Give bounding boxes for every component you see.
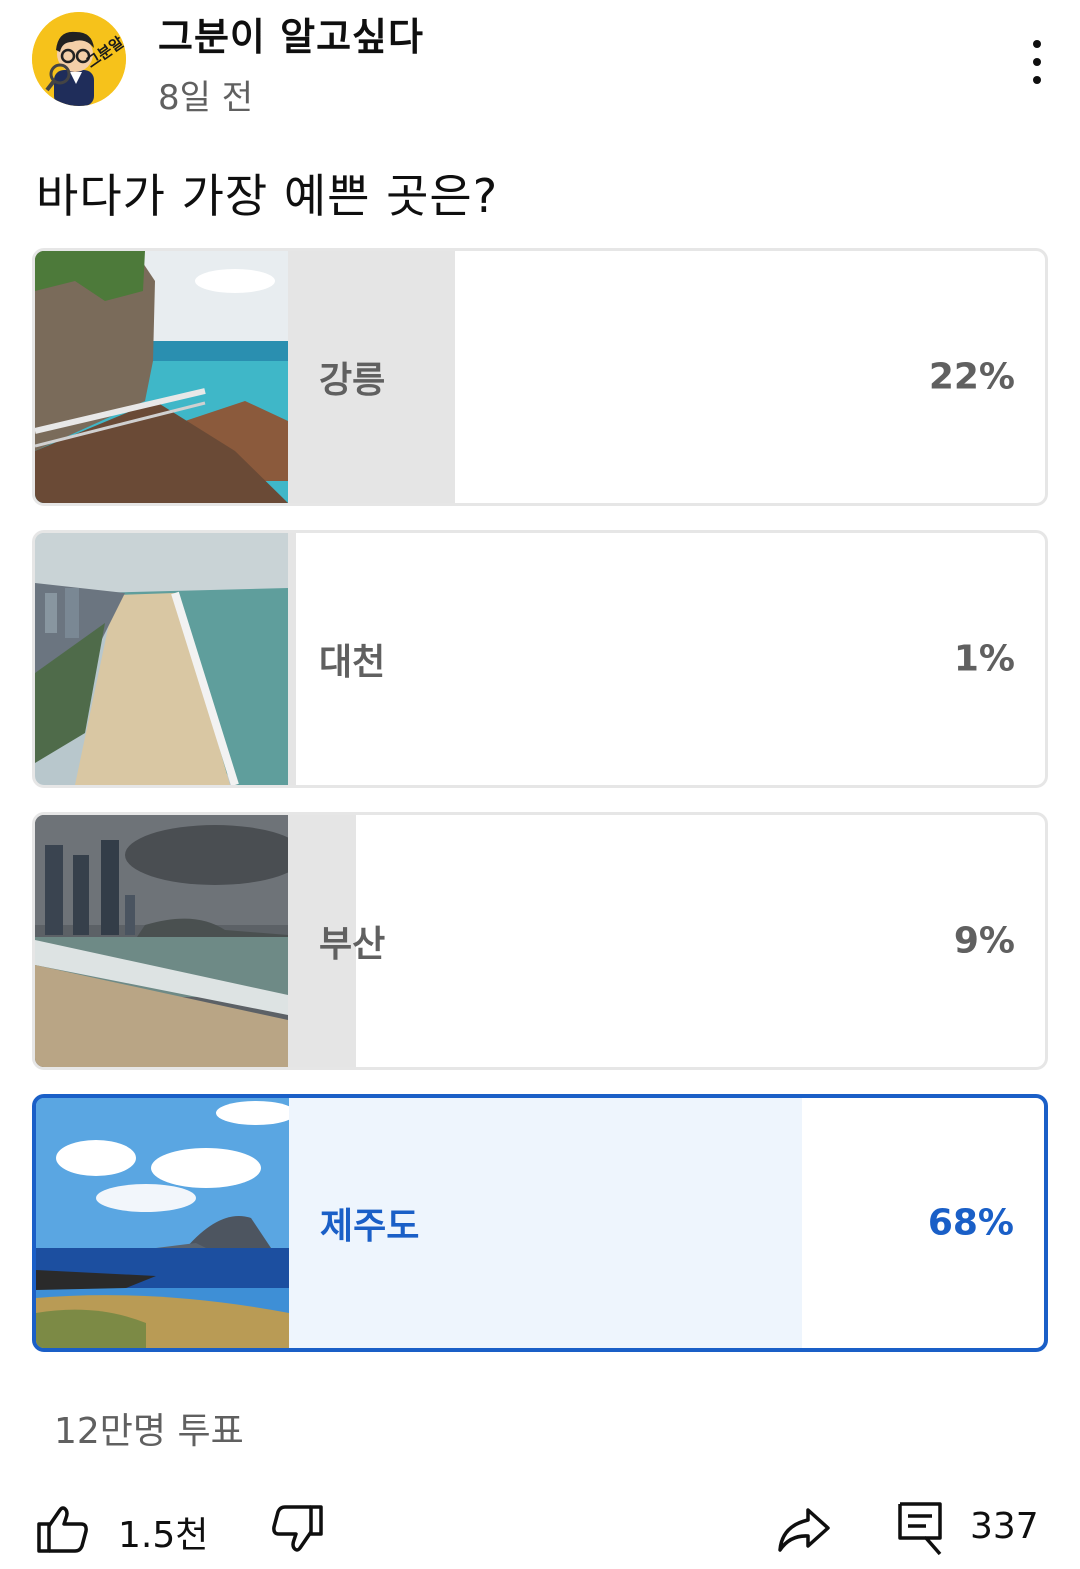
share-button[interactable] <box>776 1504 832 1554</box>
poll-question: 바다가 가장 예쁜 곳은? <box>36 169 499 223</box>
option-label: 제주도 <box>320 1206 420 1247</box>
option-percent: 1% <box>953 638 1015 680</box>
action-bar: 1.5천 337 <box>0 1490 1080 1569</box>
option-image-jeju <box>36 1098 289 1348</box>
poll-option-gangneung[interactable]: 강릉 22% <box>32 248 1048 506</box>
channel-name[interactable]: 그분이 알고싶다 <box>158 6 424 61</box>
poll-option-busan[interactable]: 부산 9% <box>32 812 1048 1070</box>
option-result-bar <box>288 533 296 785</box>
option-percent: 68% <box>927 1202 1014 1244</box>
avatar-image: 그분알 <box>32 12 126 106</box>
option-label: 대천 <box>319 642 386 683</box>
option-percent: 22% <box>928 356 1015 398</box>
poll-options: 강릉 22% 대천 1% 부산 9% 제주도 68% <box>32 248 1048 1376</box>
option-image-daecheon <box>35 533 288 785</box>
option-image-busan <box>35 815 288 1067</box>
comment-count: 337 <box>970 1506 1039 1547</box>
option-label: 강릉 <box>319 360 386 401</box>
thumbs-down-icon <box>272 1505 323 1552</box>
channel-avatar[interactable]: 그분알 <box>32 12 126 106</box>
post-header: 그분알 그분이 알고싶다 8일 전 <box>0 0 1080 130</box>
poll-option-jeju[interactable]: 제주도 68% <box>32 1094 1048 1352</box>
poll-option-daecheon[interactable]: 대천 1% <box>32 530 1048 788</box>
dislike-button[interactable] <box>270 1504 324 1554</box>
option-image-gangneung <box>35 251 288 503</box>
comment-icon <box>898 1502 942 1556</box>
share-icon <box>778 1508 830 1552</box>
thumbs-up-icon <box>37 1506 88 1553</box>
more-options-icon[interactable] <box>1012 34 1060 90</box>
total-votes: 12만명 투표 <box>54 1411 244 1452</box>
option-label: 부산 <box>319 924 386 965</box>
like-count: 1.5천 <box>118 1515 209 1556</box>
post-time: 8일 전 <box>158 78 253 118</box>
like-button[interactable] <box>36 1504 90 1554</box>
comments-button[interactable] <box>896 1500 944 1558</box>
option-percent: 9% <box>953 920 1015 962</box>
